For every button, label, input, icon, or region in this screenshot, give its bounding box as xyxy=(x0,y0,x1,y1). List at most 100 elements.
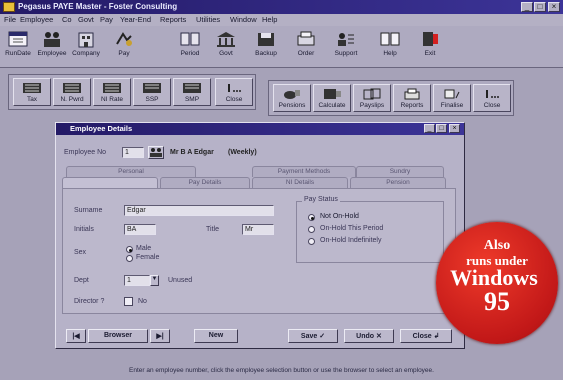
menu-utilities[interactable]: Utilities xyxy=(196,15,220,24)
payslips-button[interactable]: Payslips xyxy=(353,84,391,112)
toolbar-label: N. Pwrd xyxy=(60,96,84,103)
close-tax-toolbar-button[interactable]: Close xyxy=(215,78,253,106)
exit-icon xyxy=(423,32,438,46)
menu-employee[interactable]: Employee xyxy=(20,15,53,24)
title-input[interactable]: Mr xyxy=(242,224,274,235)
order-button[interactable]: Order xyxy=(290,28,322,64)
maximize-icon[interactable]: □ xyxy=(534,2,546,12)
tab-payment-methods[interactable]: Payment Methods xyxy=(252,166,356,177)
ssp-button[interactable]: SSP xyxy=(133,78,171,106)
help-icon xyxy=(380,32,400,46)
n-pwrd-button[interactable]: N. Pwrd xyxy=(53,78,91,106)
company-icon xyxy=(78,32,94,48)
exit-button[interactable]: Exit xyxy=(414,28,446,64)
sex-female-label: Female xyxy=(136,254,160,261)
initials-label: Initials xyxy=(74,226,94,233)
tab-pay-details[interactable]: Pay Details xyxy=(160,177,250,188)
toolbar-label: Exit xyxy=(424,50,436,57)
minimize-icon[interactable]: _ xyxy=(424,124,435,133)
sex-male-radio[interactable] xyxy=(126,246,133,253)
company-button[interactable]: Company xyxy=(70,28,102,64)
tax-button[interactable]: Tax xyxy=(13,78,51,106)
initials-input[interactable]: BA xyxy=(124,224,156,235)
govt-icon xyxy=(217,32,235,47)
pay-status-indefinitely-radio[interactable] xyxy=(308,238,315,245)
tab-sundry[interactable]: Sundry xyxy=(356,166,444,177)
minimize-icon[interactable]: _ xyxy=(521,2,533,12)
pay-button[interactable]: Pay xyxy=(108,28,140,64)
calculate-button[interactable]: Calculate xyxy=(313,84,351,112)
main-toolbar: RunDate Employee Company Pay Period Govt… xyxy=(0,26,563,68)
menu-year-end[interactable]: Year-End xyxy=(120,15,151,24)
windows-95-promo-badge: Also runs under Windows 95 xyxy=(436,222,558,344)
save-button[interactable]: Save ✓ xyxy=(288,329,338,343)
ni-rate-button[interactable]: NI Rate xyxy=(93,78,131,106)
tax-icon xyxy=(23,83,41,93)
tab-pension[interactable]: Pension xyxy=(350,177,446,188)
new-button[interactable]: New xyxy=(194,329,238,343)
window-title: Employee Details xyxy=(70,124,133,133)
toolbar-label: RunDate xyxy=(5,50,31,57)
employee-select-button[interactable] xyxy=(148,146,164,159)
tab-ni-details[interactable]: NI Details xyxy=(252,177,348,188)
app-title-bar: Pegasus PAYE Master - Foster Consulting xyxy=(0,0,563,14)
payslips-icon xyxy=(363,88,381,100)
pay-status-not-on-hold-label: Not On-Hold xyxy=(320,213,359,220)
menu-reports[interactable]: Reports xyxy=(160,15,186,24)
reports-button[interactable]: Reports xyxy=(393,84,431,112)
tab-general[interactable] xyxy=(62,177,158,188)
employee-name: Mr B A Edgar xyxy=(170,149,214,156)
menu-file[interactable]: File xyxy=(4,15,16,24)
ni-icon xyxy=(63,83,81,93)
surname-input[interactable]: Edgar xyxy=(124,205,274,216)
tab-personal[interactable]: Personal xyxy=(66,166,196,177)
chevron-down-icon[interactable]: ▼ xyxy=(150,275,159,286)
pay-status-group xyxy=(296,201,444,263)
surname-label: Surname xyxy=(74,207,103,214)
toolbar-label: SMP xyxy=(184,96,200,103)
govt-button[interactable]: Govt xyxy=(210,28,242,64)
pay-status-label: Pay Status xyxy=(302,196,340,203)
support-button[interactable]: Support xyxy=(330,28,362,64)
toolbar-label: Pay xyxy=(118,50,130,57)
menu-help[interactable]: Help xyxy=(262,15,277,24)
maximize-icon[interactable]: □ xyxy=(436,124,447,133)
undo-button[interactable]: Undo ✕ xyxy=(344,329,394,343)
close-payroll-toolbar-button[interactable]: Close xyxy=(473,84,511,112)
employee-button[interactable]: Employee xyxy=(36,28,68,64)
close-button[interactable]: Close ↲ xyxy=(400,329,452,343)
payroll-toolbar: Pensions Calculate Payslips Reports Fina… xyxy=(268,80,514,116)
sex-female-radio[interactable] xyxy=(126,255,133,262)
pensions-button[interactable]: Pensions xyxy=(273,84,311,112)
dept-label: Dept xyxy=(74,277,89,284)
menu-govt[interactable]: Govt xyxy=(78,15,94,24)
period-button[interactable]: Period xyxy=(174,28,206,64)
employee-no-input[interactable]: 1 xyxy=(122,147,144,158)
last-record-button[interactable]: ▶| xyxy=(150,329,170,343)
help-button[interactable]: Help xyxy=(374,28,406,64)
toolbar-label: Support xyxy=(334,50,358,57)
menu-pay[interactable]: Pay xyxy=(100,15,113,24)
smp-button[interactable]: SMP xyxy=(173,78,211,106)
close-icon[interactable]: × xyxy=(449,124,460,133)
close-icon[interactable]: × xyxy=(548,2,560,12)
finalise-icon xyxy=(444,89,460,99)
people-icon xyxy=(44,32,60,47)
backup-button[interactable]: Backup xyxy=(250,28,282,64)
first-record-button[interactable]: |◀ xyxy=(66,329,86,343)
dept-select[interactable]: 1 xyxy=(124,275,150,286)
pay-status-this-period-radio[interactable] xyxy=(308,226,315,233)
director-value: No xyxy=(138,298,147,305)
director-checkbox[interactable] xyxy=(124,297,133,306)
finalise-button[interactable]: Finalise xyxy=(433,84,471,112)
pay-status-not-on-hold-radio[interactable] xyxy=(308,214,315,221)
menu-company[interactable]: Co xyxy=(62,15,72,24)
toolbar-label: NI Rate xyxy=(100,96,124,103)
browser-button[interactable]: Browser xyxy=(88,329,148,343)
rundate-button[interactable]: RunDate xyxy=(2,28,34,64)
toolbar-label: Tax xyxy=(26,96,38,103)
smp-icon xyxy=(183,83,201,93)
employee-details-title-bar: Employee Details xyxy=(56,123,464,135)
menu-window[interactable]: Window xyxy=(230,15,257,24)
reports-icon xyxy=(404,88,420,100)
